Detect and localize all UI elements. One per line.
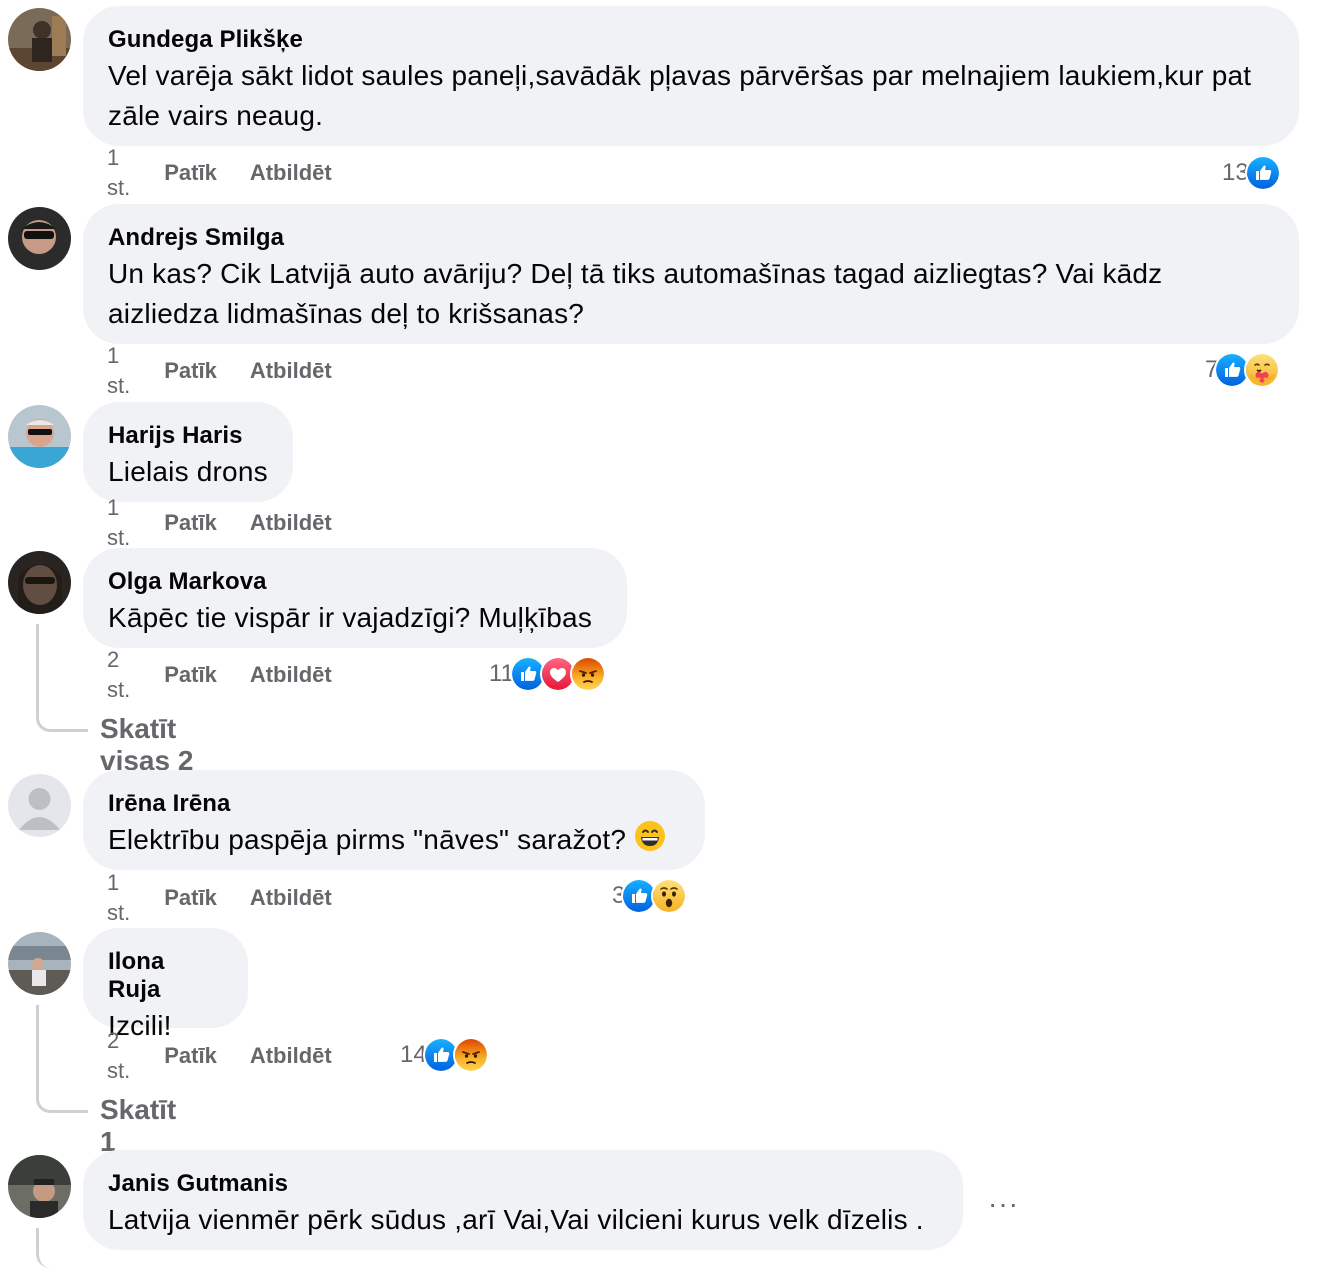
comment-actions: 1 st. Patīk Atbildēt xyxy=(107,870,332,925)
reaction-summary[interactable]: 3 xyxy=(612,878,688,914)
comment-bubble: Irēna Irēna Elektrību paspēja pirms "nāv… xyxy=(83,770,705,870)
reply-link[interactable]: Atbildēt xyxy=(250,158,332,188)
avatar[interactable] xyxy=(8,405,71,468)
comment-time[interactable]: 1 st. xyxy=(107,493,130,553)
more-options-icon[interactable]: ··· xyxy=(988,1188,1019,1220)
comment-bubble: Olga Markova Kāpēc tie vispār ir vajadzī… xyxy=(83,548,627,648)
comment-bubble: Andrejs Smilga Un kas? Cik Latvijā auto … xyxy=(83,204,1299,344)
comment-text: Lielais drons xyxy=(108,456,268,487)
comment-author[interactable]: Harijs Haris xyxy=(108,422,268,450)
comment-actions: 2 st. Patīk Atbildēt xyxy=(107,647,332,702)
reply-link[interactable]: Atbildēt xyxy=(250,660,332,690)
comment-text: Latvija vienmēr pērk sūdus ,arī Vai,Vai … xyxy=(108,1204,924,1235)
comment-time[interactable]: 1 st. xyxy=(107,143,130,203)
avatar[interactable] xyxy=(8,1155,71,1218)
comment-time[interactable]: 1 st. xyxy=(107,341,130,401)
thread-connector xyxy=(36,1005,88,1113)
comment-actions: 1 st. Patīk Atbildēt xyxy=(107,343,332,398)
reaction-summary[interactable]: 7 xyxy=(1205,352,1281,388)
avatar[interactable] xyxy=(8,774,71,837)
comment-text: Vel varēja sākt lidot saules paneļi,savā… xyxy=(108,60,1252,131)
comment-actions: 2 st. Patīk Atbildēt xyxy=(107,1028,332,1083)
like-link[interactable]: Patīk xyxy=(164,883,217,913)
comment-actions: 1 st. Patīk Atbildēt xyxy=(107,145,332,200)
care-icon xyxy=(1244,352,1281,388)
grinning-face-emoji xyxy=(634,820,666,863)
comment-time[interactable]: 1 st. xyxy=(107,868,130,928)
like-icon xyxy=(1244,155,1281,191)
like-link[interactable]: Patīk xyxy=(164,660,217,690)
comment-author[interactable]: Olga Markova xyxy=(108,568,602,596)
comment-bubble: Gundega Plikšķe Vel varēja sākt lidot sa… xyxy=(83,6,1299,146)
wow-icon xyxy=(651,878,688,914)
angry-icon xyxy=(569,656,606,692)
comment-author[interactable]: Ilona Ruja xyxy=(108,948,223,1004)
reply-link[interactable]: Atbildēt xyxy=(250,883,332,913)
thread-connector xyxy=(36,624,88,732)
like-link[interactable]: Patīk xyxy=(164,508,217,538)
comment-author[interactable]: Gundega Plikšķe xyxy=(108,26,1274,54)
comment-author[interactable]: Janis Gutmanis xyxy=(108,1170,938,1198)
reaction-summary[interactable]: 11 xyxy=(489,656,606,692)
comment-time[interactable]: 2 st. xyxy=(107,645,130,705)
thread-connector xyxy=(36,1228,88,1268)
comment-text: Un kas? Cik Latvijā auto avāriju? Deļ tā… xyxy=(108,258,1163,329)
reply-link[interactable]: Atbildēt xyxy=(250,508,332,538)
comment-bubble: Ilona Ruja Izcili! xyxy=(83,928,248,1041)
avatar[interactable] xyxy=(8,932,71,995)
comment-text: Elektrību paspēja pirms "nāves" saražot? xyxy=(108,820,680,863)
comment-text-content: Elektrību paspēja pirms "nāves" saražot? xyxy=(108,824,627,855)
like-link[interactable]: Patīk xyxy=(164,356,217,386)
comment-author[interactable]: Andrejs Smilga xyxy=(108,224,1274,252)
avatar[interactable] xyxy=(8,8,71,71)
comment-actions: 1 st. Patīk Atbildēt xyxy=(107,495,332,550)
reply-link[interactable]: Atbildēt xyxy=(250,1041,332,1071)
reaction-summary[interactable]: 13 xyxy=(1222,155,1281,191)
reply-link[interactable]: Atbildēt xyxy=(250,356,332,386)
comment-bubble: Janis Gutmanis Latvija vienmēr pērk sūdu… xyxy=(83,1150,963,1250)
angry-icon xyxy=(452,1037,489,1073)
avatar[interactable] xyxy=(8,207,71,270)
reaction-summary[interactable]: 14 xyxy=(400,1037,489,1073)
comment-text: Kāpēc tie vispār ir vajadzīgi? Muļķības xyxy=(108,602,593,633)
comment-time[interactable]: 2 st. xyxy=(107,1026,130,1086)
comment-bubble: Harijs Haris Lielais drons xyxy=(83,402,293,502)
comment-author[interactable]: Irēna Irēna xyxy=(108,790,680,818)
avatar[interactable] xyxy=(8,551,71,614)
like-link[interactable]: Patīk xyxy=(164,158,217,188)
like-link[interactable]: Patīk xyxy=(164,1041,217,1071)
